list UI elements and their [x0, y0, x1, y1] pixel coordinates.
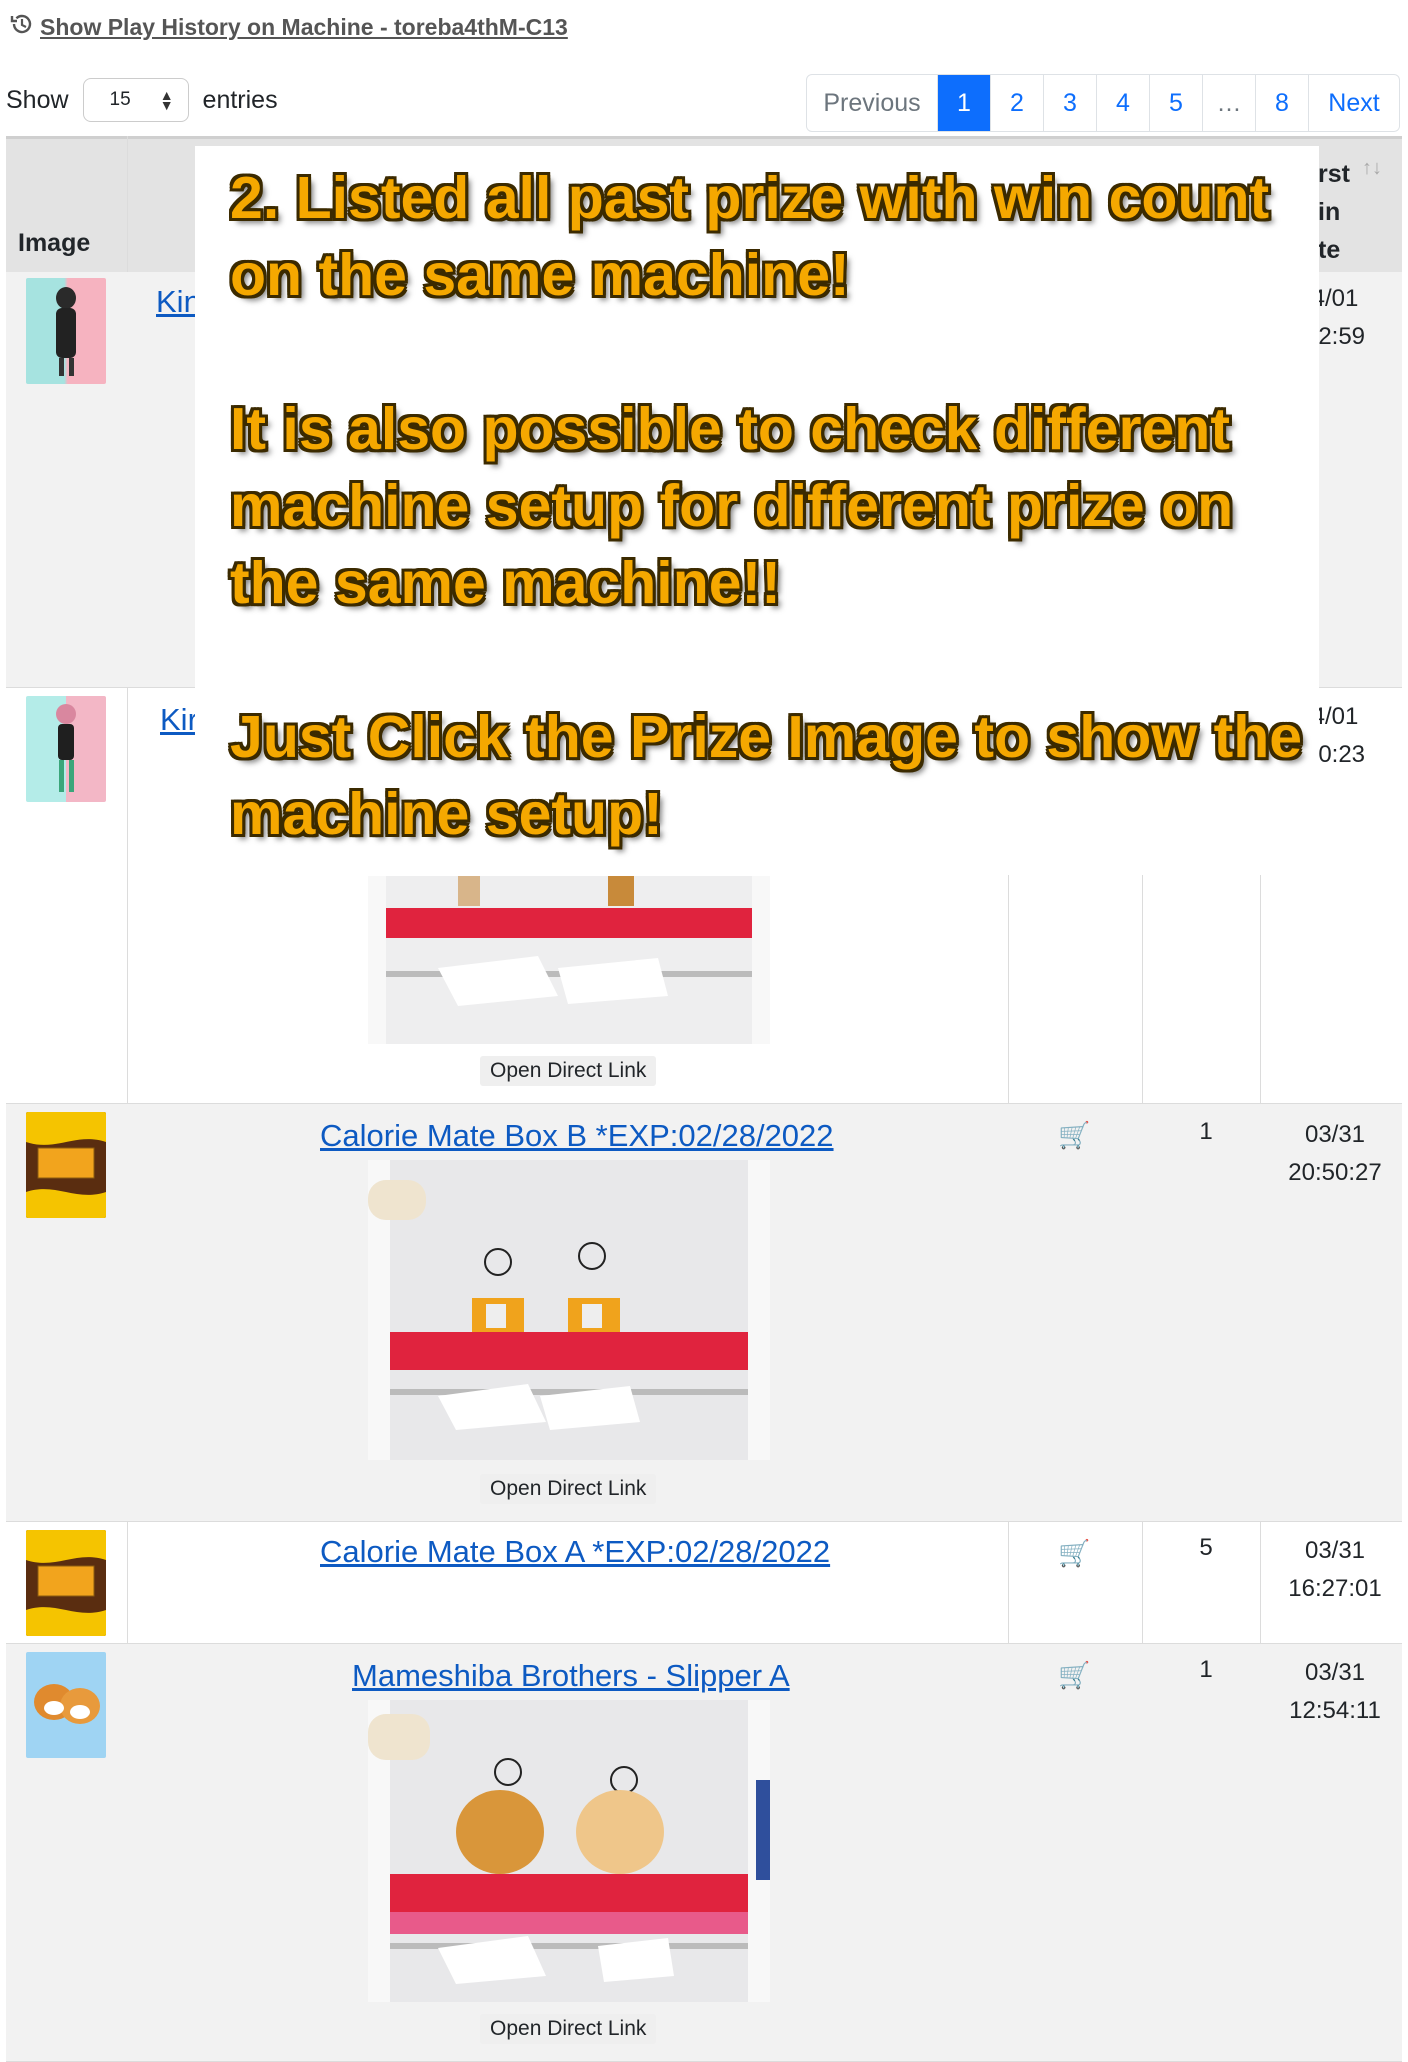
page-2[interactable]: 2 — [990, 75, 1043, 131]
machine-setup-image[interactable] — [368, 876, 770, 1044]
page-3[interactable]: 3 — [1043, 75, 1096, 131]
annotation-line-1: 2. Listed all past prize with win count … — [230, 165, 1270, 308]
annotation-text: 2. Listed all past prize with win count … — [230, 160, 1310, 853]
machine-setup-image[interactable] — [368, 1160, 770, 1460]
page-5[interactable]: 5 — [1149, 75, 1202, 131]
cart-icon[interactable]: 🛒 — [1058, 1120, 1090, 1151]
prize-link[interactable]: Kir — [160, 702, 198, 738]
prize-thumbnail[interactable] — [26, 1112, 106, 1218]
first-win-date: 03/31 16:27:01 — [1288, 1537, 1382, 1602]
prize-thumbnail[interactable] — [26, 1652, 106, 1758]
pagination-next[interactable]: Next — [1308, 75, 1399, 131]
first-win-date: 03/31 20:50:27 — [1288, 1121, 1382, 1186]
cart-icon[interactable]: 🛒 — [1058, 1660, 1090, 1691]
length-control: Show 15 ▲ ▼ entries — [6, 78, 278, 122]
direct-link-button[interactable]: Open Direct Link — [480, 1056, 657, 1086]
first-win-date: 03/31 12:54:11 — [1289, 1659, 1381, 1724]
cart-icon[interactable]: 🛒 — [1058, 1538, 1090, 1569]
select-arrows-icon: ▲ ▼ — [159, 87, 174, 113]
sort-icon[interactable]: ↑↓ — [1362, 157, 1382, 180]
win-count: 1 — [1199, 1118, 1213, 1145]
page-title-link[interactable]: Show Play History on Machine - toreba4th… — [40, 14, 568, 41]
win-count: 1 — [1199, 1656, 1213, 1683]
win-count: 5 — [1199, 1534, 1213, 1561]
prize-thumbnail[interactable] — [26, 1530, 106, 1636]
pagination-previous[interactable]: Previous — [807, 75, 937, 131]
table-row: Calorie Mate Box B *EXP:02/28/2022 🛒 1 0… — [6, 1104, 1402, 1522]
column-image[interactable]: Image — [18, 229, 90, 258]
machine-setup-image[interactable] — [368, 1700, 770, 2002]
annotation-line-2: It is also possible to check different m… — [230, 396, 1234, 616]
page-ellipsis: … — [1202, 75, 1255, 131]
prize-thumbnail[interactable] — [26, 278, 106, 384]
show-label: Show — [6, 85, 69, 114]
page-1[interactable]: 1 — [937, 75, 990, 131]
history-icon — [10, 12, 34, 42]
direct-link-button[interactable]: Open Direct Link — [480, 1474, 657, 1504]
prize-link[interactable]: Calorie Mate Box A *EXP:02/28/2022 — [320, 1534, 830, 1570]
entries-label: entries — [202, 85, 278, 114]
direct-link-button[interactable]: Open Direct Link — [480, 2014, 657, 2044]
page-4[interactable]: 4 — [1096, 75, 1149, 131]
entries-select[interactable]: 15 ▲ ▼ — [82, 78, 189, 122]
table-row: Calorie Mate Box A *EXP:02/28/2022 🛒 5 0… — [6, 1522, 1402, 1644]
column-first-win[interactable]: rst in te — [1318, 155, 1350, 269]
page-title[interactable]: Show Play History on Machine - toreba4th… — [10, 12, 568, 42]
annotation-line-3: Just Click the Prize Image to show the m… — [230, 704, 1303, 847]
table-row: Mameshiba Brothers - Slipper A 🛒 1 03/31… — [6, 1644, 1402, 2062]
prize-link[interactable]: Calorie Mate Box B *EXP:02/28/2022 — [320, 1118, 834, 1154]
pagination: Previous 1 2 3 4 5 … 8 Next — [806, 74, 1400, 132]
prize-thumbnail[interactable] — [26, 696, 106, 802]
prize-link[interactable]: Mameshiba Brothers - Slipper A — [352, 1658, 790, 1694]
page-8[interactable]: 8 — [1255, 75, 1308, 131]
entries-select-value: 15 — [109, 89, 131, 110]
